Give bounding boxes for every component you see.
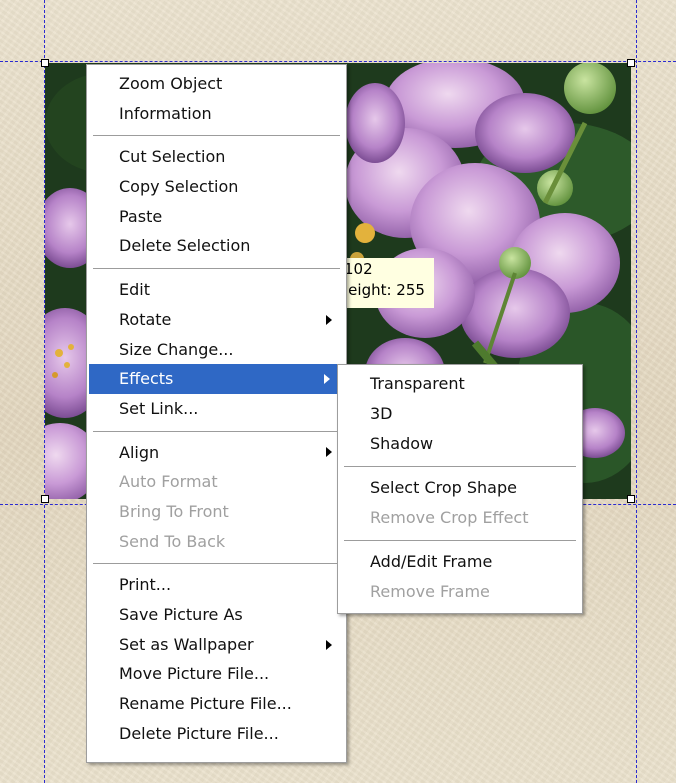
size-tooltip: 102 leight: 255 [340, 258, 434, 308]
context-menu: Zoom Object Information Cut Selection Co… [86, 64, 347, 763]
submenu-item-transparent[interactable]: Transparent [338, 369, 582, 399]
menu-item-effects[interactable]: Effects [89, 364, 344, 394]
menu-item-print[interactable]: Print... [87, 570, 346, 600]
menu-item-rename-picture-file[interactable]: Rename Picture File... [87, 689, 346, 719]
menu-item-send-to-back: Send To Back [119, 531, 226, 551]
guide-line-right [636, 0, 637, 783]
menu-item-paste[interactable]: Paste [87, 202, 346, 232]
submenu-item-add-edit-frame[interactable]: Add/Edit Frame [338, 547, 582, 577]
menu-item-align-label: Align [119, 442, 160, 462]
submenu-arrow-icon [326, 447, 332, 458]
size-tooltip-height: leight: 255 [344, 281, 425, 299]
size-tooltip-width: 102 [344, 260, 373, 278]
menu-item-move-picture-file[interactable]: Move Picture File... [87, 659, 346, 689]
submenu-item-remove-frame: Remove Frame [370, 582, 490, 601]
menu-item-set-as-wallpaper[interactable]: Set as Wallpaper [87, 630, 346, 660]
menu-item-auto-format: Auto Format [119, 472, 218, 492]
resize-handle-top-right[interactable] [627, 59, 635, 67]
menu-item-cut-selection[interactable]: Cut Selection [87, 142, 346, 172]
submenu-item-3d[interactable]: 3D [338, 399, 582, 429]
submenu-item-select-crop-shape[interactable]: Select Crop Shape [338, 473, 582, 503]
resize-handle-bottom-left[interactable] [41, 495, 49, 503]
submenu-arrow-icon [324, 374, 330, 385]
menu-item-rotate-label: Rotate [119, 309, 172, 329]
menu-separator [93, 563, 340, 565]
menu-separator [93, 268, 340, 270]
menu-item-align[interactable]: Align [87, 438, 346, 468]
submenu-item-shadow[interactable]: Shadow [338, 429, 582, 459]
editor-canvas[interactable]: 102 leight: 255 Zoom Object Information … [0, 0, 676, 783]
resize-handle-top-left[interactable] [41, 59, 49, 67]
submenu-item-remove-crop-effect: Remove Crop Effect [370, 508, 529, 527]
menu-separator [344, 466, 576, 467]
submenu-arrow-icon [326, 639, 332, 650]
menu-item-rotate[interactable]: Rotate [87, 305, 346, 335]
menu-item-effects-label: Effects [119, 369, 174, 389]
menu-item-bring-to-front: Bring To Front [119, 501, 229, 521]
menu-separator [344, 540, 576, 541]
menu-item-copy-selection[interactable]: Copy Selection [87, 172, 346, 202]
menu-item-save-picture-as[interactable]: Save Picture As [87, 600, 346, 630]
menu-item-edit[interactable]: Edit [87, 275, 346, 305]
menu-separator [93, 135, 340, 137]
resize-handle-bottom-right[interactable] [627, 495, 635, 503]
menu-item-zoom-object[interactable]: Zoom Object [87, 69, 346, 99]
menu-item-set-link[interactable]: Set Link... [87, 394, 346, 424]
guide-line-top [0, 61, 676, 62]
menu-item-size-change[interactable]: Size Change... [87, 335, 346, 365]
menu-separator [93, 430, 340, 432]
guide-line-left [44, 0, 45, 783]
menu-item-set-as-wallpaper-label: Set as Wallpaper [119, 634, 254, 654]
menu-item-information[interactable]: Information [87, 99, 346, 129]
submenu-arrow-icon [326, 314, 332, 325]
effects-submenu: Transparent 3D Shadow Select Crop Shape … [337, 364, 583, 614]
menu-item-delete-selection[interactable]: Delete Selection [87, 231, 346, 261]
menu-item-delete-picture-file[interactable]: Delete Picture File... [87, 719, 346, 749]
